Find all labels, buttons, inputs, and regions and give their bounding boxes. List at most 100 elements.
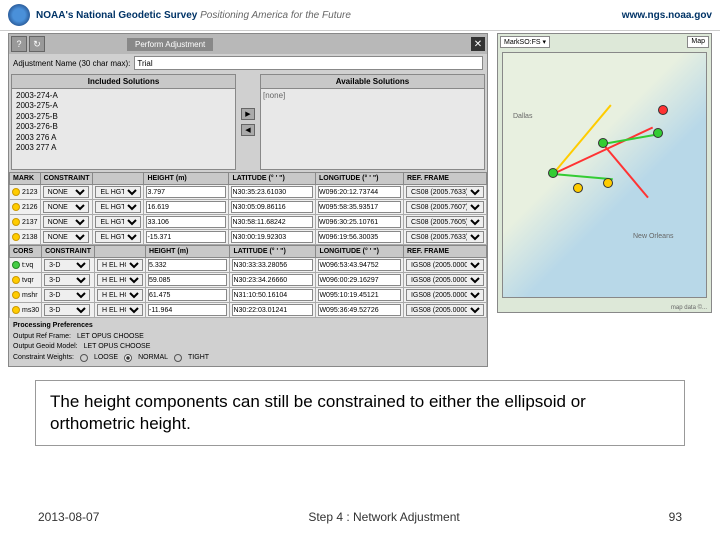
height-input[interactable] [146,201,226,213]
constraint-select[interactable]: NONE [43,216,89,228]
list-item[interactable]: 2003-275-A [14,101,233,111]
list-item[interactable]: 2003-275-B [14,112,233,122]
move-right-button[interactable]: ▶ [241,108,255,120]
height-type-select[interactable]: H EL HGT [97,304,143,316]
lat-input[interactable] [231,231,313,243]
header-bar: NOAA's National Geodetic Survey Position… [0,0,720,31]
radio-tight[interactable] [174,354,182,362]
height-type-select[interactable]: EL HGT [95,186,141,198]
table-row: ms30 3-D H EL HGT IGS08 (2005.0000) [10,303,487,318]
constraint-select[interactable]: NONE [43,201,89,213]
ref-frame-select[interactable]: IGS08 (2005.0000) [406,274,484,286]
height-type-select[interactable]: EL HGT [95,216,141,228]
table-header-row: MARKCONSTRAINTHEIGHT (m)LATITUDE (° ' ")… [10,173,487,185]
output-geoid-value[interactable]: LET OPUS CHOOSE [84,342,151,353]
constraint-select[interactable]: 3-D [44,304,90,316]
height-input[interactable] [148,259,227,271]
height-input[interactable] [146,186,226,198]
radio-loose[interactable] [80,354,88,362]
output-geoid-label: Output Geoid Model: [13,342,78,353]
ref-frame-select[interactable]: CS08 (2005.7605) [406,216,484,228]
map-canvas[interactable]: New Orleans Dallas [502,52,707,298]
table-row: t:vq 3-D H EL HGT IGS08 (2005.0000) [10,258,487,273]
included-solutions-header: Included Solutions [12,75,235,89]
constraint-select[interactable]: 3-D [44,289,90,301]
map-marker-icon[interactable] [603,178,613,188]
slide-footer: 2013-08-07 Step 4 : Network Adjustment 9… [0,510,720,524]
table-row: tvqr 3-D H EL HGT IGS08 (2005.0000) [10,273,487,288]
height-input[interactable] [146,216,226,228]
height-type-select[interactable]: H EL HGT [97,259,143,271]
ref-frame-select[interactable]: IGS08 (2005.0000) [406,304,484,316]
app-toolbar: ? ↻ Perform Adjustment ✕ [9,34,487,54]
included-solutions-list[interactable]: 2003-274-A 2003-275-A 2003-275-B 2003-27… [12,89,235,155]
help-button[interactable]: ? [11,36,27,52]
lon-input[interactable] [318,216,401,228]
lon-input[interactable] [318,231,401,243]
header-title: NOAA's National Geodetic Survey Position… [36,10,351,21]
lat-input[interactable] [232,259,313,271]
lon-input[interactable] [318,259,401,271]
height-input[interactable] [146,231,226,243]
output-ref-frame-label: Output Ref Frame: [13,332,71,343]
refresh-button[interactable]: ↻ [29,36,45,52]
footer-date: 2013-08-07 [38,510,99,524]
table-row: 2123 NONE EL HGT CS08 (2005.7633) [10,185,487,200]
lon-input[interactable] [318,304,401,316]
height-type-select[interactable]: EL HGT [95,231,141,243]
lat-input[interactable] [231,201,313,213]
map-marker-icon[interactable] [653,128,663,138]
move-left-button[interactable]: ◀ [241,124,255,136]
constraint-weights-label: Constraint Weights: [13,353,74,364]
lat-input[interactable] [231,216,313,228]
lat-input[interactable] [232,289,313,301]
height-input[interactable] [148,274,227,286]
lon-input[interactable] [318,201,401,213]
constraint-select[interactable]: 3-D [44,259,90,271]
list-item[interactable]: 2003 276 A [14,133,233,143]
map-marker-icon[interactable] [548,168,558,178]
ref-frame-select[interactable]: IGS08 (2005.0000) [406,259,484,271]
lon-input[interactable] [318,186,401,198]
lat-input[interactable] [232,304,313,316]
map-marker-icon[interactable] [573,183,583,193]
height-input[interactable] [148,304,227,316]
height-input[interactable] [148,289,227,301]
ref-frame-select[interactable]: CS08 (2005.7607) [406,201,484,213]
noaa-logo-icon [8,4,30,26]
mark-table: MARKCONSTRAINTHEIGHT (m)LATITUDE (° ' ")… [9,172,487,245]
table-row: 2126 NONE EL HGT CS08 (2005.7607) [10,200,487,215]
marker-icon [12,291,20,299]
city-label: New Orleans [633,233,673,240]
ref-frame-select[interactable]: CS08 (2005.7633) [406,186,484,198]
height-type-select[interactable]: H EL HGT [97,289,143,301]
ref-frame-select[interactable]: IGS08 (2005.0000) [406,289,484,301]
height-type-select[interactable]: EL HGT [95,201,141,213]
map-marker-icon[interactable] [658,105,668,115]
included-solutions-panel: Included Solutions 2003-274-A 2003-275-A… [11,74,236,170]
list-item[interactable]: 2003 277 A [14,143,233,153]
perform-adjustment-button[interactable]: Perform Adjustment [127,38,213,51]
lat-input[interactable] [231,186,313,198]
map-button[interactable]: Map [687,36,709,48]
map-layer-select[interactable]: MarkSO:FS ▾ [500,36,550,48]
map-marker-icon[interactable] [598,138,608,148]
ref-frame-select[interactable]: CS08 (2005.7633) [406,231,484,243]
adjustment-name-input[interactable] [134,56,483,70]
table-row: mshr 3-D H EL HGT IGS08 (2005.0000) [10,288,487,303]
lon-input[interactable] [318,289,401,301]
available-solutions-header: Available Solutions [261,75,484,89]
close-button[interactable]: ✕ [471,37,485,51]
lat-input[interactable] [232,274,313,286]
output-ref-frame-value[interactable]: LET OPUS CHOOSE [77,332,144,343]
list-item[interactable]: 2003-276-B [14,122,233,132]
constraint-select[interactable]: 3-D [44,274,90,286]
constraint-select[interactable]: NONE [43,231,89,243]
list-item[interactable]: 2003-274-A [14,91,233,101]
table-row: 2137 NONE EL HGT CS08 (2005.7605) [10,215,487,230]
lon-input[interactable] [318,274,401,286]
height-type-select[interactable]: H EL HGT [97,274,143,286]
footer-step: Step 4 : Network Adjustment [308,510,459,524]
radio-normal[interactable] [124,354,132,362]
constraint-select[interactable]: NONE [43,186,89,198]
